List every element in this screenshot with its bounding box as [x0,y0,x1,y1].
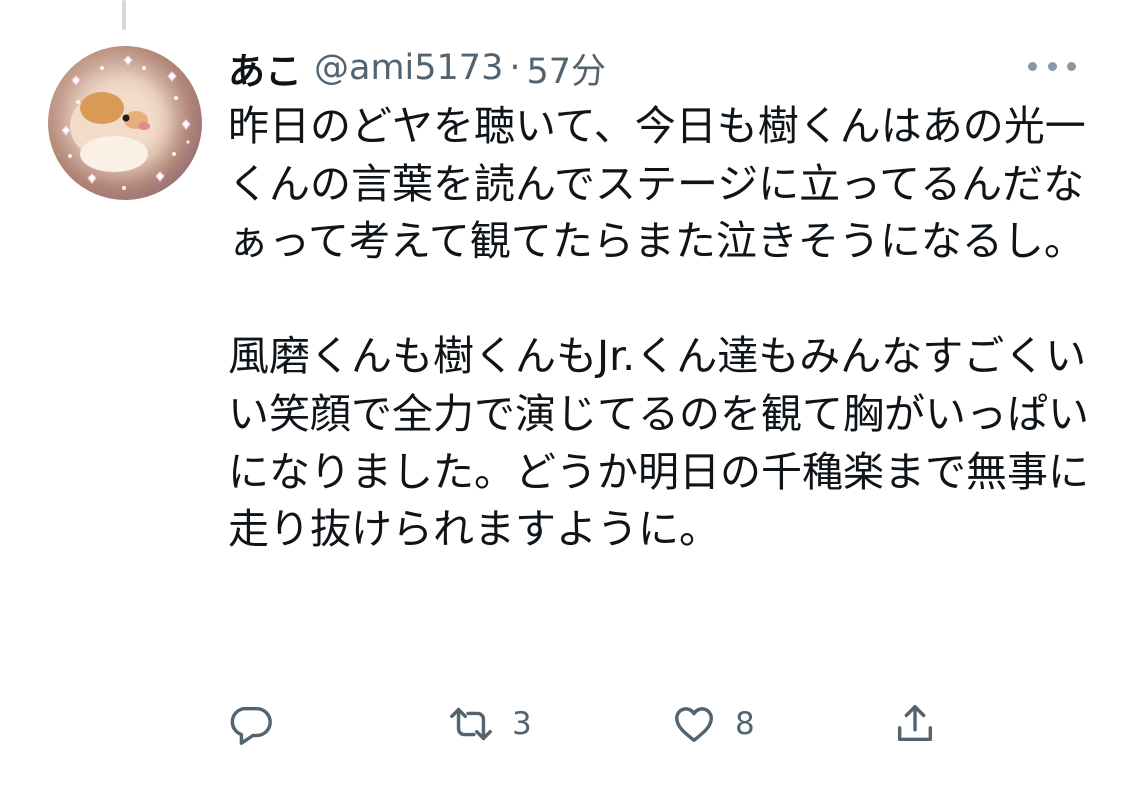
more-options-icon[interactable] [1028,54,1076,78]
thread-connector-line [122,0,126,30]
more-dot [1047,61,1057,71]
share-button[interactable] [892,696,938,752]
more-dot [1028,61,1037,71]
retweet-count: 3 [512,706,532,742]
separator-dot: · [509,48,521,88]
tweet-header: あこ @ami5173 · 57分 [228,40,606,96]
user-handle[interactable]: @ami5173 [314,48,503,88]
tweet-text: 昨日のどヤを聴いて、今日も樹くんはあの光一くんの言葉を読んでステージに立ってるん… [228,98,1098,559]
retweet-arrows-icon [450,707,492,741]
avatar[interactable] [48,46,202,200]
reply-button[interactable] [228,696,274,752]
speech-bubble-icon [230,706,272,745]
like-button[interactable]: 8 [671,696,755,752]
heart-outline-icon [675,707,713,743]
tweet-paragraph-1: 昨日のどヤを聴いて、今日も樹くんはあの光一くんの言葉を読んでステージに立ってるん… [228,102,1086,266]
tweet-paragraph-2: 風磨くんも樹くんもJr.くん達もみんなすごくいい笑顔で全力で演じてるのを観て胸が… [228,332,1089,554]
more-dot [1067,61,1076,71]
share-upload-icon [897,705,933,742]
tweet-actions: 3 8 [228,696,968,752]
display-name[interactable]: あこ [228,41,302,95]
timestamp[interactable]: 57分 [526,43,606,94]
like-count: 8 [735,706,755,742]
avatar-image [48,46,202,200]
retweet-button[interactable]: 3 [448,696,532,752]
